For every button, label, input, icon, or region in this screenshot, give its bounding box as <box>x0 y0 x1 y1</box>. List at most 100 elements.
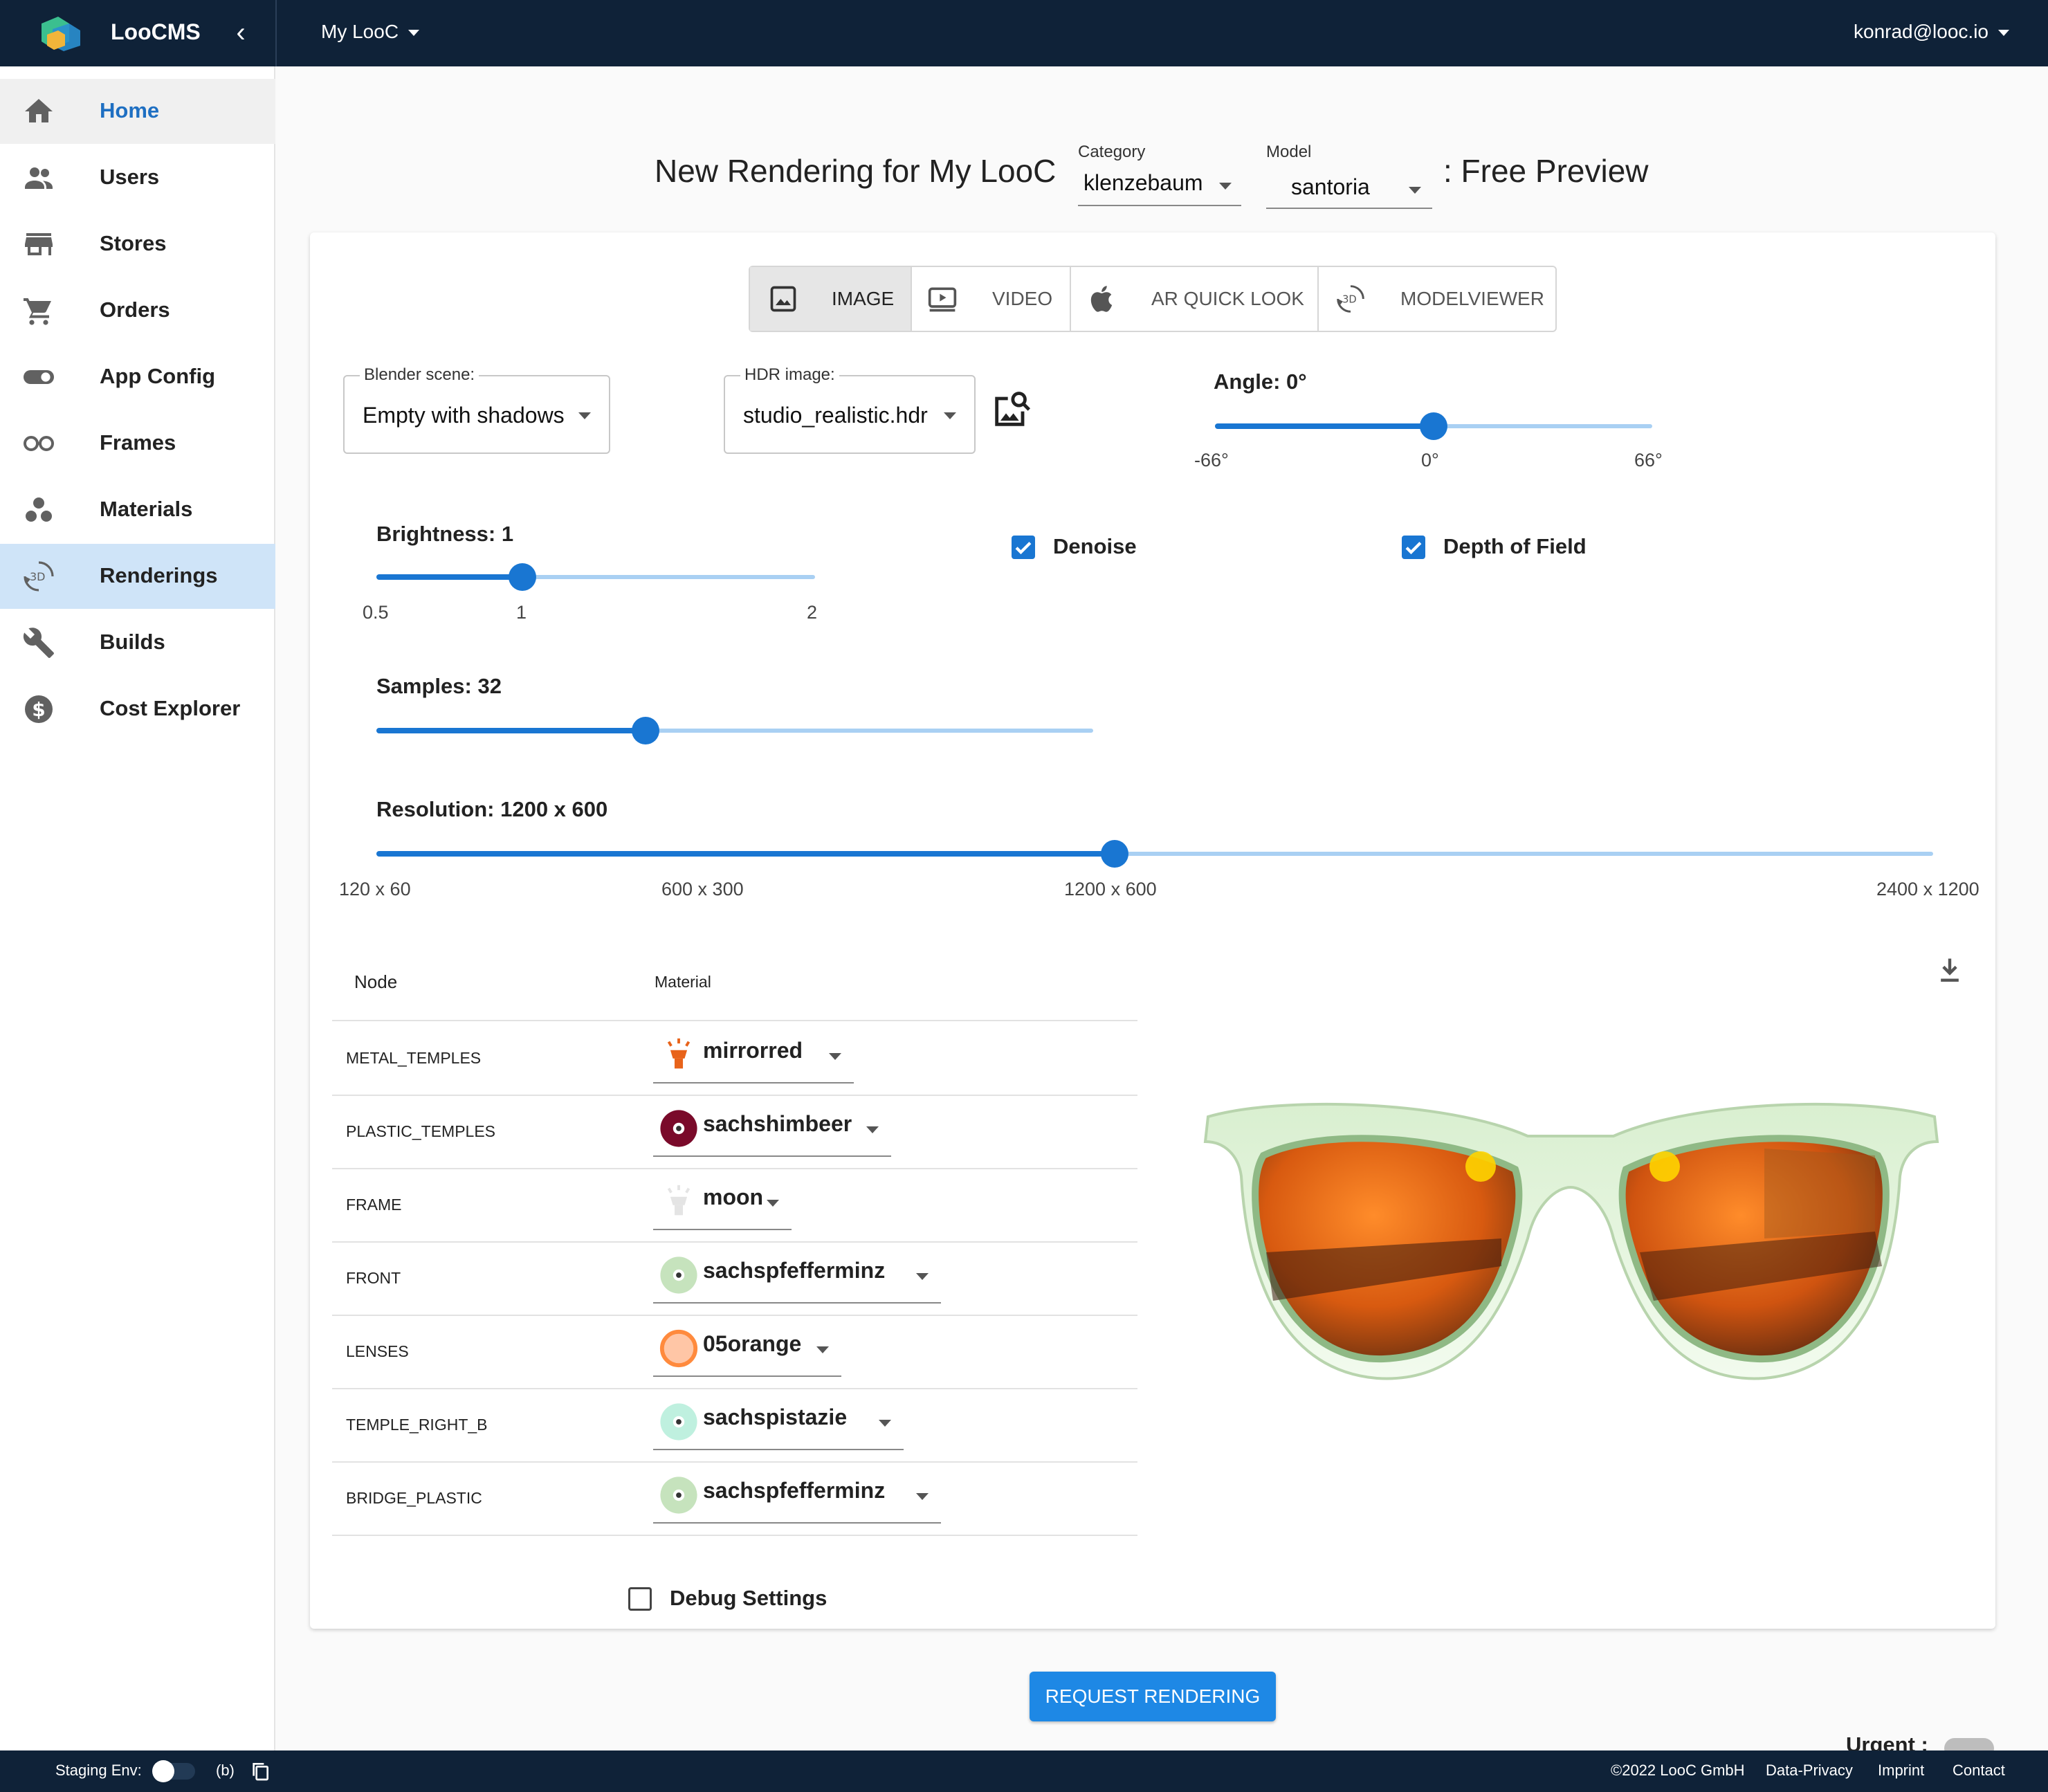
toggle-knob <box>152 1760 174 1782</box>
sidebar-item-users[interactable]: Users <box>0 145 275 210</box>
material-select[interactable]: sachshimbeer <box>653 1101 891 1157</box>
copy-icon[interactable] <box>249 1760 271 1782</box>
slider-fill <box>376 574 523 580</box>
collapse-sidebar-icon[interactable]: ‹ <box>227 15 255 50</box>
chevron-down-icon <box>879 1420 891 1427</box>
hdr-image-select[interactable]: HDR image: studio_realistic.hdr <box>724 365 976 454</box>
tab-video[interactable]: VIDEO <box>912 267 1070 331</box>
divider <box>332 1315 1137 1316</box>
tab-label: VIDEO <box>992 288 1053 309</box>
image-search-icon[interactable] <box>989 387 1034 432</box>
looc-logo-icon <box>42 17 80 51</box>
material-name: sachspistazie <box>703 1405 848 1429</box>
material-select[interactable]: 05orange <box>653 1322 841 1377</box>
slider-thumb[interactable] <box>631 717 659 744</box>
tab-image[interactable]: IMAGE <box>750 267 911 331</box>
slider-thumb[interactable] <box>1100 840 1128 868</box>
resolution-tick: 1200 x 600 <box>1064 879 1157 899</box>
chevron-down-icon <box>916 1493 929 1500</box>
sidebar-item-label: Users <box>100 165 160 189</box>
brightness-mid-label: 1 <box>516 602 527 623</box>
sidebar-item-label: Stores <box>100 231 167 255</box>
sidebar-item-app-config[interactable]: App Config <box>0 345 275 410</box>
slider-fill <box>376 728 646 733</box>
lamp-icon <box>667 1185 691 1216</box>
staging-env-label: Staging Env: <box>55 1762 142 1779</box>
imprint-link[interactable]: Imprint <box>1878 1762 1924 1780</box>
sidebar-item-materials[interactable]: Materials <box>0 477 275 542</box>
lamp-icon <box>667 1038 691 1069</box>
depth-of-field-label: Depth of Field <box>1443 534 1587 558</box>
app-bar: LooCMS ‹ My LooC konrad@looc.io <box>0 0 2048 66</box>
denoise-label: Denoise <box>1053 534 1137 558</box>
underline <box>653 1375 841 1377</box>
user-menu[interactable]: konrad@looc.io <box>1854 21 2009 43</box>
material-select[interactable]: mirrorred <box>653 1028 854 1084</box>
material-select[interactable]: sachspistazie <box>653 1395 904 1450</box>
sidebar-item-frames[interactable]: Frames <box>0 411 275 476</box>
contact-link[interactable]: Contact <box>1953 1762 2005 1780</box>
resolution-tick: 2400 x 1200 <box>1876 879 1980 899</box>
sidebar-item-orders[interactable]: Orders <box>0 278 275 343</box>
chevron-down-icon <box>767 1200 779 1207</box>
debug-settings-checkbox[interactable] <box>628 1587 652 1611</box>
resolution-tick: 600 x 300 <box>661 879 744 899</box>
sidebar-item-renderings[interactable]: 3D Renderings <box>0 544 275 609</box>
brightness-min-label: 0.5 <box>363 602 389 623</box>
samples-title: Samples: 32 <box>376 674 502 698</box>
tab-label: AR QUICK LOOK <box>1151 288 1304 309</box>
org-selector[interactable]: My LooC <box>321 21 420 43</box>
sidebar-item-home[interactable]: Home <box>0 79 275 144</box>
divider <box>332 1095 1137 1096</box>
svg-text:$: $ <box>32 698 45 721</box>
output-type-tabs: IMAGE VIDEO AR QUICK LOOK 3D MODELVIEWER <box>749 266 1557 332</box>
denoise-checkbox[interactable] <box>1012 536 1035 559</box>
request-rendering-button[interactable]: REQUEST RENDERING <box>1030 1672 1276 1721</box>
model-value: santoria <box>1291 174 1370 199</box>
material-select[interactable]: sachspfefferminz <box>653 1468 941 1524</box>
material-select[interactable]: moon <box>653 1175 792 1230</box>
disc-icon <box>660 1403 697 1441</box>
material-name: sachspfefferminz <box>703 1258 886 1283</box>
app-name: LooCMS <box>111 19 201 44</box>
disc-icon <box>660 1110 697 1147</box>
debug-settings-label: Debug Settings <box>670 1586 828 1610</box>
home-icon <box>25 99 53 122</box>
divider <box>332 1168 1137 1169</box>
sidebar-item-builds[interactable]: Builds <box>0 610 275 675</box>
users-icon <box>25 167 53 189</box>
depth-of-field-checkbox[interactable] <box>1402 536 1425 559</box>
svg-text:3D: 3D <box>30 570 46 583</box>
page-title: New Rendering for My LooC <box>655 153 1057 189</box>
divider <box>332 1535 1137 1536</box>
brand: LooCMS ‹ <box>0 0 275 66</box>
hdr-image-label: HDR image: <box>740 365 839 385</box>
staging-env-toggle[interactable] <box>152 1760 195 1782</box>
underline <box>653 1082 854 1084</box>
tab-ar-quick-look[interactable]: AR QUICK LOOK <box>1071 267 1317 331</box>
sidebar-item-cost-explorer[interactable]: $ Cost Explorer <box>0 677 275 742</box>
copyright: ©2022 LooC GmbH <box>1611 1762 1745 1779</box>
svg-text:3D: 3D <box>1342 294 1357 306</box>
branch-label: (b) <box>216 1762 235 1779</box>
sidebar-item-label: Builds <box>100 630 165 654</box>
org-name: My LooC <box>321 21 399 42</box>
disc-icon <box>660 1256 697 1294</box>
blender-scene-select[interactable]: Blender scene: Empty with shadows <box>343 365 610 454</box>
chevron-down-icon <box>408 30 420 37</box>
slider-fill <box>376 851 1115 857</box>
divider <box>332 1241 1137 1243</box>
material-select[interactable]: sachspfefferminz <box>653 1248 941 1304</box>
model-select[interactable]: Model santoria <box>1266 143 1432 209</box>
category-select[interactable]: Category klenzebaum <box>1078 143 1241 206</box>
data-privacy-link[interactable]: Data-Privacy <box>1766 1762 1853 1780</box>
slider-thumb[interactable] <box>1420 412 1447 440</box>
download-icon[interactable] <box>1935 955 1965 985</box>
slider-fill <box>1215 423 1434 429</box>
material-name: moon <box>703 1185 764 1209</box>
sidebar: Home Users Stores Orders App Config Fram… <box>0 66 275 1750</box>
sidebar-item-stores[interactable]: Stores <box>0 212 275 277</box>
tab-modelviewer[interactable]: 3D MODELVIEWER <box>1319 267 1555 331</box>
sidebar-item-label: Cost Explorer <box>100 696 241 720</box>
footer: Staging Env: (b) ©2022 LooC GmbH Data-Pr… <box>0 1750 2048 1792</box>
